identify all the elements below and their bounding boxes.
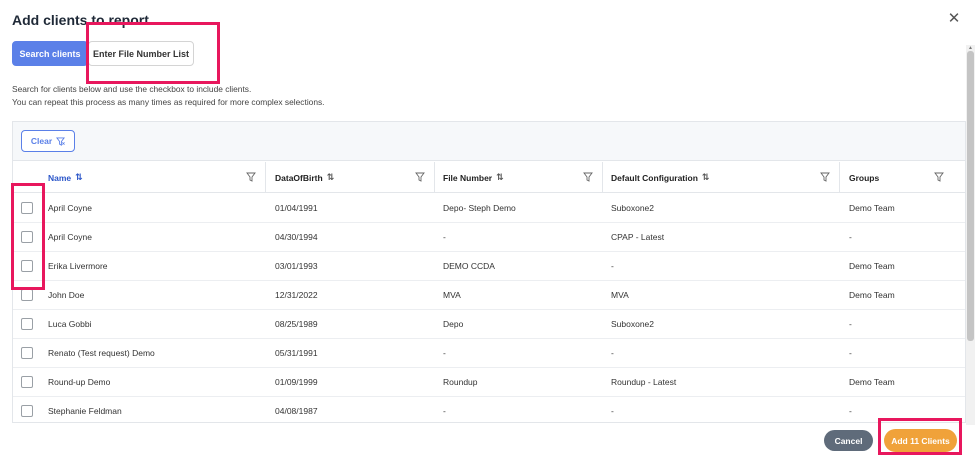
row-checkbox[interactable] [21,376,33,388]
cell-file-number: Depo- Steph Demo [443,203,516,213]
filter-icon[interactable] [820,172,830,182]
cell-default-configuration: Suboxone2 [611,203,655,213]
cell-default-configuration: MVA [611,290,629,300]
cell-groups: - [849,232,852,242]
row-checkbox[interactable] [21,260,33,272]
help-text: Search for clients below and use the che… [12,83,325,108]
column-header-file-number[interactable]: File Number ⇅ [443,162,504,193]
table-row[interactable]: April Coyne 01/04/1991 Depo- Steph Demo Sub… [13,194,965,223]
cell-name: Round-up Demo [48,377,111,387]
column-divider [602,162,603,193]
help-line-1: Search for clients below and use the che… [12,84,252,94]
cell-file-number: - [443,348,446,358]
cell-default-configuration: - [611,348,614,358]
add-clients-dialog: Add clients to report ✕ Search clients E… [0,0,975,457]
cell-file-number: - [443,232,446,242]
table-row[interactable]: John Doe 12/31/2022 MVA MVA Demo Team [13,281,965,310]
table-header: Name ⇅ DataOfBirth ⇅ File Number ⇅ Default … [13,162,965,193]
cell-groups: Demo Team [849,203,895,213]
cell-name: April Coyne [48,203,92,213]
cell-file-number: - [443,406,446,416]
table-row[interactable]: Luca Gobbi 08/25/1989 Depo Suboxone2 - [13,310,965,339]
cell-groups: Demo Team [849,290,895,300]
table-row[interactable]: Stephanie Feldman 04/08/1987 - - - [13,397,965,422]
clear-label: Clear [30,136,53,146]
column-header-groups[interactable]: Groups [849,162,879,193]
cell-name: Renato (Test request) Demo [48,348,155,358]
table-row[interactable]: Round-up Demo 01/09/1999 Roundup Roundup - … [13,368,965,397]
cell-default-configuration: CPAP - Latest [611,232,665,242]
column-header-name[interactable]: Name ⇅ [48,162,83,193]
dialog-title: Add clients to report [12,12,149,28]
cell-groups: - [849,406,852,416]
cell-default-configuration: - [611,406,614,416]
add-clients-button[interactable]: Add 11 Clients [884,429,957,452]
sort-icon: ⇅ [75,172,83,182]
filter-icon[interactable] [246,172,256,182]
cell-groups: - [849,348,852,358]
cell-file-number: DEMO CCDA [443,261,495,271]
table-row[interactable]: Erika Livermore 03/01/1993 DEMO CCDA - Demo … [13,252,965,281]
close-icon[interactable]: ✕ [947,11,961,26]
cell-file-number: Depo [443,319,464,329]
clients-table: Clear Name⇅ DataOfBirth⇅ File Number⇅ [12,121,966,423]
enter-file-number-list-button[interactable]: Enter File Number List [88,41,194,66]
table-row[interactable]: April Coyne 04/30/1994 - CPAP - Latest - [13,223,965,252]
cell-default-configuration: Roundup - Latest [611,377,677,387]
cancel-button[interactable]: Cancel [824,430,873,451]
cell-dob: 12/31/2022 [275,290,318,300]
help-line-2: You can repeat this process as many time… [12,96,325,107]
row-checkbox[interactable] [21,347,33,359]
table-toolbar: Clear [13,122,965,161]
cell-dob: 03/01/1993 [275,261,318,271]
row-checkbox[interactable] [21,405,33,417]
row-checkbox[interactable] [21,202,33,214]
sort-icon: ⇅ [701,172,710,182]
cell-name: Stephanie Feldman [48,406,122,416]
filter-icon[interactable] [415,172,425,182]
clear-filters-button[interactable]: Clear [21,130,75,152]
sort-icon: ⇅ [496,172,504,182]
cell-file-number: MVA [443,290,461,300]
cell-dob: 08/25/1989 [275,319,318,329]
scrollbar-thumb[interactable] [967,51,974,341]
scrollbar[interactable]: ▲ [966,45,975,425]
cell-name: John Doe [48,290,85,300]
row-checkbox[interactable] [21,231,33,243]
filter-clear-icon [56,136,66,146]
filter-icon[interactable] [934,172,944,182]
column-divider [434,162,435,193]
cell-name: Luca Gobbi [48,319,92,329]
column-header-dob[interactable]: DataOfBirth ⇅ [275,162,334,193]
cell-dob: 05/31/1991 [275,348,318,358]
row-checkbox[interactable] [21,289,33,301]
cell-default-configuration: - [611,261,614,271]
cell-groups: Demo Team [849,377,895,387]
cell-default-configuration: Suboxone2 [611,319,655,329]
cell-dob: 04/08/1987 [275,406,318,416]
cell-name: Erika Livermore [48,261,108,271]
search-clients-button[interactable]: Search clients [12,41,88,66]
cell-file-number: Roundup [443,377,478,387]
cell-groups: - [849,319,852,329]
table-row[interactable]: Renato (Test request) Demo 05/31/1991 - - - [13,339,965,368]
cell-dob: 04/30/1994 [275,232,318,242]
column-divider [839,162,840,193]
column-header-default-configuration[interactable]: Default Configuration ⇅ [611,162,709,193]
row-checkbox[interactable] [21,318,33,330]
cell-dob: 01/04/1991 [275,203,318,213]
cell-groups: Demo Team [849,261,895,271]
cell-name: April Coyne [48,232,92,242]
column-divider [265,162,266,193]
filter-icon[interactable] [583,172,593,182]
sort-icon: ⇅ [326,172,335,182]
cell-dob: 01/09/1999 [275,377,318,387]
